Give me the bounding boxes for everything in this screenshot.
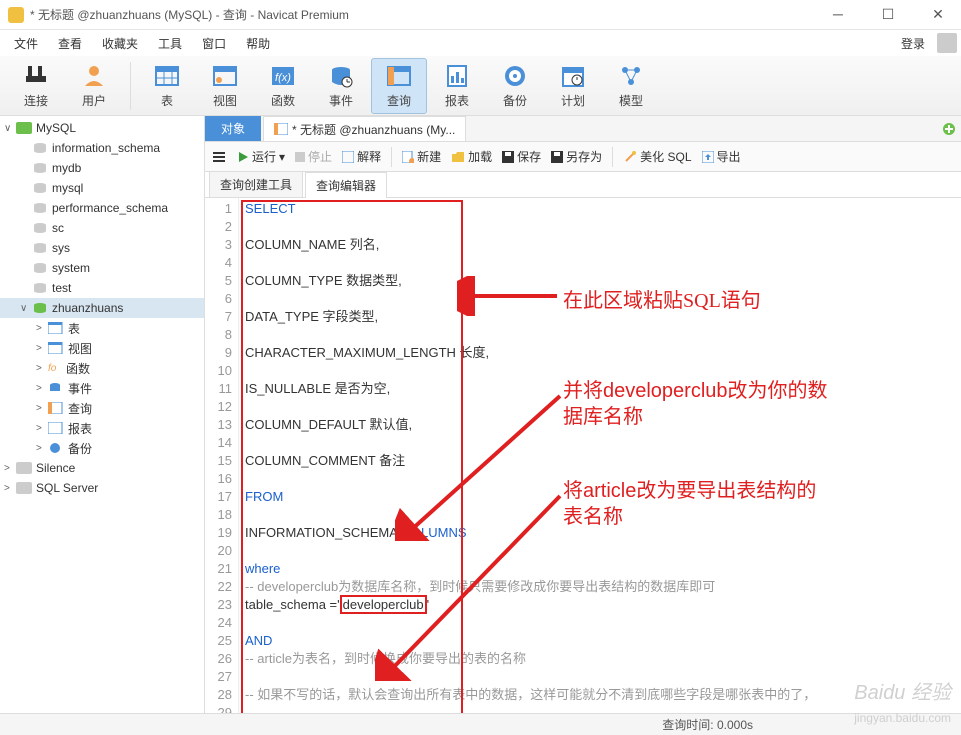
highlight-box-code: [241, 200, 463, 713]
menu-help[interactable]: 帮助: [236, 31, 280, 56]
tree-db-sc[interactable]: sc: [0, 218, 204, 238]
event-icon: [327, 62, 355, 90]
tree-db-information_schema[interactable]: information_schema: [0, 138, 204, 158]
sql-editor[interactable]: 1234567891011121314151617181920212223242…: [205, 198, 961, 713]
schedule-icon: [559, 62, 587, 90]
new-button[interactable]: 新建: [402, 148, 441, 165]
tree-functions[interactable]: >fo函数: [0, 358, 204, 378]
tree-views[interactable]: >视图: [0, 338, 204, 358]
menu-window[interactable]: 窗口: [192, 31, 236, 56]
avatar[interactable]: [937, 33, 957, 53]
tab-strip: 对象 * 无标题 @zhuanzhuans (My...: [205, 116, 961, 142]
query-time: 查询时间: 0.000s: [662, 716, 753, 733]
toolbar-user[interactable]: 用户: [66, 58, 122, 114]
tab-query[interactable]: * 无标题 @zhuanzhuans (My...: [263, 116, 466, 141]
load-button[interactable]: 加载: [451, 148, 492, 165]
menu-tools[interactable]: 工具: [148, 31, 192, 56]
query-tab-icon: [274, 123, 288, 135]
tab-editor[interactable]: 查询编辑器: [305, 172, 387, 198]
beautify-button[interactable]: 美化 SQL: [623, 148, 691, 165]
save-icon: [502, 151, 514, 163]
toolbar-table[interactable]: 表: [139, 58, 195, 114]
tree-db-mysql[interactable]: mysql: [0, 178, 204, 198]
explain-icon: [342, 151, 354, 163]
toolbar-function[interactable]: f(x) 函数: [255, 58, 311, 114]
toolbar-report[interactable]: 报表: [429, 58, 485, 114]
window-title: * 无标题 @zhuanzhuans (MySQL) - 查询 - Navica…: [30, 6, 823, 23]
close-button[interactable]: ✕: [923, 6, 953, 23]
tree-connection-silence[interactable]: >Silence: [0, 458, 204, 478]
tree-db-performance_schema[interactable]: performance_schema: [0, 198, 204, 218]
maximize-button[interactable]: ☐: [873, 6, 903, 23]
backup-icon: [501, 62, 529, 90]
login-link[interactable]: 登录: [893, 31, 933, 56]
line-gutter: 1234567891011121314151617181920212223242…: [205, 198, 239, 713]
toolbar-query[interactable]: 查询: [371, 58, 427, 114]
svg-text:f(x): f(x): [275, 72, 291, 84]
tree-queries[interactable]: >查询: [0, 398, 204, 418]
titlebar: * 无标题 @zhuanzhuans (MySQL) - 查询 - Navica…: [0, 0, 961, 30]
toolbar-model[interactable]: 模型: [603, 58, 659, 114]
tab-objects[interactable]: 对象: [205, 116, 261, 141]
model-icon: [617, 62, 645, 90]
database-icon: [32, 302, 48, 314]
view-icon: [211, 62, 239, 90]
tree-db-mydb[interactable]: mydb: [0, 158, 204, 178]
tree-db-sys[interactable]: sys: [0, 238, 204, 258]
menu-view[interactable]: 查看: [48, 31, 92, 56]
mysql-icon: [16, 122, 32, 134]
function-icon: f(x): [269, 62, 297, 90]
export-button[interactable]: 导出: [702, 148, 741, 165]
menubar: 文件 查看 收藏夹 工具 窗口 帮助 登录: [0, 30, 961, 56]
app-icon: [8, 7, 24, 23]
toolbar-view[interactable]: 视图: [197, 58, 253, 114]
toolbar-schedule[interactable]: 计划: [545, 58, 601, 114]
saveas-button[interactable]: 另存为: [551, 148, 602, 165]
stop-icon: [295, 152, 305, 162]
tree-connection-mysql[interactable]: ∨ MySQL: [0, 118, 204, 138]
explain-button[interactable]: 解释: [342, 148, 381, 165]
wand-icon: [623, 150, 637, 164]
toolbar-backup[interactable]: 备份: [487, 58, 543, 114]
main-toolbar: 连接 用户 表 视图 f(x) 函数 事件 查询 报表: [0, 56, 961, 116]
menu-file[interactable]: 文件: [4, 31, 48, 56]
menu-favorites[interactable]: 收藏夹: [92, 31, 148, 56]
hamburger-button[interactable]: [211, 150, 227, 164]
add-tab-button[interactable]: [937, 116, 961, 141]
toolbar-connect[interactable]: 连接: [8, 58, 64, 114]
stop-button[interactable]: 停止: [295, 148, 332, 165]
user-icon: [80, 62, 108, 90]
tree-backups[interactable]: >备份: [0, 438, 204, 458]
minimize-button[interactable]: ─: [823, 6, 853, 23]
report-icon: [443, 62, 471, 90]
export-icon: [702, 151, 714, 163]
run-button[interactable]: 运行 ▾: [237, 148, 285, 165]
statusbar: 查询时间: 0.000s: [0, 713, 961, 735]
tree-connection-sqlserver[interactable]: >SQL Server: [0, 478, 204, 498]
table-icon: [153, 62, 181, 90]
inner-tabs: 查询创建工具 查询编辑器: [205, 172, 961, 198]
sql-toolbar: 运行 ▾ 停止 解释 新建 加载 保存 另存为 美化 SQL 导出: [205, 142, 961, 172]
saveas-icon: [551, 151, 563, 163]
folder-icon: [451, 151, 465, 163]
tree-tables[interactable]: >表: [0, 318, 204, 338]
sidebar[interactable]: ∨ MySQL information_schemamydbmysqlperfo…: [0, 116, 205, 713]
tree-db-test[interactable]: test: [0, 278, 204, 298]
save-button[interactable]: 保存: [502, 148, 541, 165]
tree-reports[interactable]: >报表: [0, 418, 204, 438]
tab-builder[interactable]: 查询创建工具: [209, 171, 303, 197]
tree-db-system[interactable]: system: [0, 258, 204, 278]
play-icon: [237, 151, 249, 163]
content-area: 对象 * 无标题 @zhuanzhuans (My... 运行 ▾ 停止 解释 …: [205, 116, 961, 713]
toolbar-event[interactable]: 事件: [313, 58, 369, 114]
tree-events[interactable]: >事件: [0, 378, 204, 398]
query-icon: [385, 62, 413, 90]
tree-db-zhuanzhuans[interactable]: ∨ zhuanzhuans: [0, 298, 204, 318]
plug-icon: [22, 62, 50, 90]
